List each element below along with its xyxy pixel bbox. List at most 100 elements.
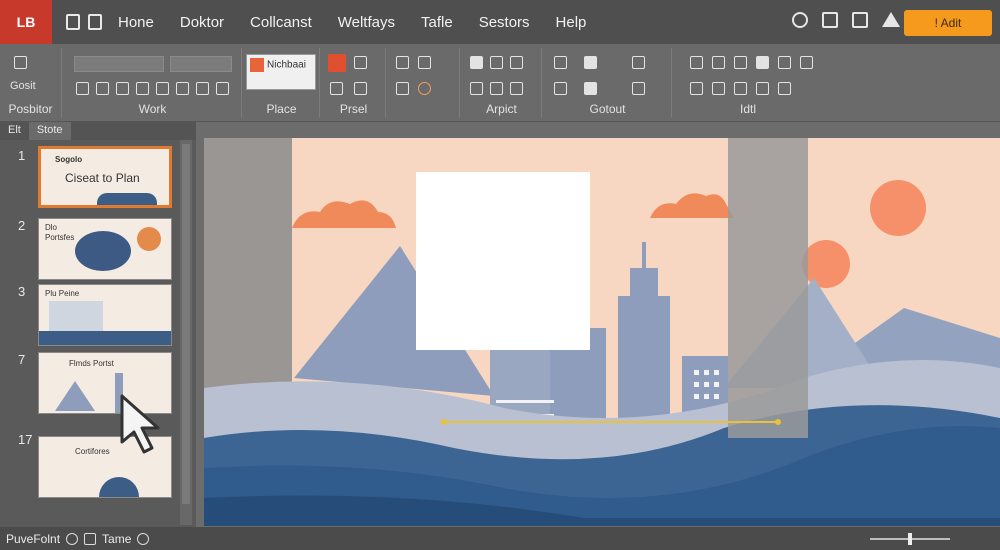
presentation-app: LB Hone Doktor Collcanst Weltfays Tafle … [0, 0, 1000, 550]
bold-icon[interactable] [76, 82, 89, 95]
current-slide[interactable] [204, 138, 1000, 526]
tab-outline[interactable]: Elt [0, 122, 29, 140]
align-right-icon[interactable] [510, 56, 523, 69]
ribbon-group-label: Arpict [486, 102, 517, 116]
thumb-title: Plu Peine [45, 289, 80, 298]
pen-icon[interactable] [88, 14, 102, 30]
columns-icon[interactable] [470, 82, 483, 95]
smartart-icon[interactable] [632, 82, 645, 95]
chart-icon[interactable] [584, 56, 597, 69]
save-icon[interactable] [66, 14, 80, 30]
slide-thumbnail-3[interactable]: Plu Peine [38, 284, 172, 346]
slide-thumbnail-2[interactable]: Dlo Portsfes [38, 218, 172, 280]
underline-icon[interactable] [116, 82, 129, 95]
thumb-wave [97, 193, 157, 205]
font-name-input[interactable] [74, 56, 164, 72]
color-fill-icon[interactable] [418, 82, 431, 95]
thumb-globe [75, 231, 131, 271]
justify-icon[interactable] [510, 82, 523, 95]
zoom-thumb[interactable] [908, 533, 912, 545]
strike-icon[interactable] [136, 82, 149, 95]
tab-slides[interactable]: Stote [28, 122, 71, 140]
ribbon-group-arpict: Arpict [462, 48, 542, 118]
font-size-input[interactable] [170, 56, 232, 72]
status-time-label[interactable]: Tame [102, 532, 131, 546]
edit-points-icon[interactable] [690, 82, 703, 95]
fill-icon[interactable] [756, 56, 769, 69]
ribbon-sub-label: Gosit [10, 80, 36, 92]
panel-tabs: Elt Stote [0, 122, 196, 140]
ribbon-toolbar: Gosit Posbitor Work Nichbaai Place Prsel [0, 44, 1000, 122]
menu-item-doktor[interactable]: Doktor [180, 14, 224, 31]
scrollbar-thumb[interactable] [182, 144, 190, 504]
menu-item-collcanst[interactable]: Collcanst [250, 14, 312, 31]
select-icon[interactable] [354, 56, 367, 69]
share-icon[interactable] [822, 12, 838, 28]
bring-front-icon[interactable] [756, 82, 769, 95]
thumb-footer-band [39, 331, 171, 345]
ribbon-group-posbitor: Gosit Posbitor [0, 48, 62, 118]
highlight-icon[interactable] [176, 82, 189, 95]
flip-icon[interactable] [734, 56, 747, 69]
style-gallery[interactable]: Nichbaai [246, 54, 316, 90]
thumb-photos [49, 301, 103, 331]
edit-button[interactable]: ! Adit [904, 10, 992, 36]
cursor-icon[interactable] [14, 56, 27, 69]
title-bar: LB Hone Doktor Collcanst Weltfays Tafle … [0, 0, 1000, 44]
app-logo-button[interactable]: LB [0, 0, 52, 44]
layout-icon[interactable] [554, 56, 567, 69]
menu-item-help[interactable]: Help [556, 14, 587, 31]
align-left-icon[interactable] [470, 56, 483, 69]
size-icon[interactable] [778, 82, 791, 95]
status-bar: PuveFolnt Tame [0, 527, 1000, 550]
ribbon-group-work: Work [64, 48, 242, 118]
app-logo-text: LB [16, 14, 36, 30]
dropdown-icon[interactable] [137, 532, 150, 545]
style-box-label: Nichbaai [267, 59, 306, 71]
crop-icon[interactable] [690, 56, 703, 69]
ribbon-group-label: Posbitor [8, 102, 53, 116]
font-color-icon[interactable] [156, 82, 169, 95]
insert-shape-icon[interactable] [328, 54, 346, 72]
thumb-title: Ciseat to Plan [65, 171, 140, 185]
slide-illustration [204, 138, 1000, 526]
slide-thumbnail-panel: Elt Stote 1 Sogolo Ciseat to Plan 2 Dlo … [0, 122, 196, 527]
timer-icon[interactable] [792, 12, 808, 28]
slide-number: 3 [18, 284, 26, 299]
slide-thumbnail-1[interactable]: Sogolo Ciseat to Plan [38, 146, 172, 208]
thumb-wave [99, 477, 139, 497]
status-app-name: PuveFolnt [6, 531, 61, 546]
slide-number: 2 [18, 218, 26, 233]
menu-item-home[interactable]: Hone [118, 14, 154, 31]
panel-scrollbar[interactable] [180, 140, 192, 525]
slide-number: 1 [18, 148, 26, 163]
ribbon-group-insert [388, 48, 460, 118]
link-icon[interactable] [632, 56, 645, 69]
shadow-icon[interactable] [196, 82, 209, 95]
picture-icon[interactable] [396, 82, 409, 95]
align-center-icon[interactable] [490, 56, 503, 69]
group-icon[interactable] [712, 82, 725, 95]
table-icon[interactable] [418, 56, 431, 69]
thumb-title: Portsfes [45, 233, 75, 242]
present-icon[interactable] [852, 12, 868, 28]
accessibility-icon[interactable] [66, 532, 79, 545]
arrange-icon[interactable] [354, 82, 367, 95]
outline-icon[interactable] [778, 56, 791, 69]
clear-format-icon[interactable] [216, 82, 229, 95]
menu-item-weltfays[interactable]: Weltfays [338, 14, 395, 31]
rotate-icon[interactable] [712, 56, 725, 69]
draw-icon[interactable] [330, 82, 343, 95]
alert-icon[interactable] [882, 12, 900, 27]
italic-icon[interactable] [96, 82, 109, 95]
grid-icon[interactable] [554, 82, 567, 95]
effects-icon[interactable] [800, 56, 813, 69]
send-back-icon[interactable] [734, 82, 747, 95]
copy-icon[interactable] [396, 56, 409, 69]
image-icon[interactable] [584, 82, 597, 95]
menu-item-tafle[interactable]: Tafle [421, 14, 453, 31]
ribbon-group-label: Gotout [589, 102, 626, 116]
menu-item-sestors[interactable]: Sestors [479, 14, 530, 31]
list-icon[interactable] [490, 82, 503, 95]
thumb-title: Cortifores [75, 447, 110, 456]
